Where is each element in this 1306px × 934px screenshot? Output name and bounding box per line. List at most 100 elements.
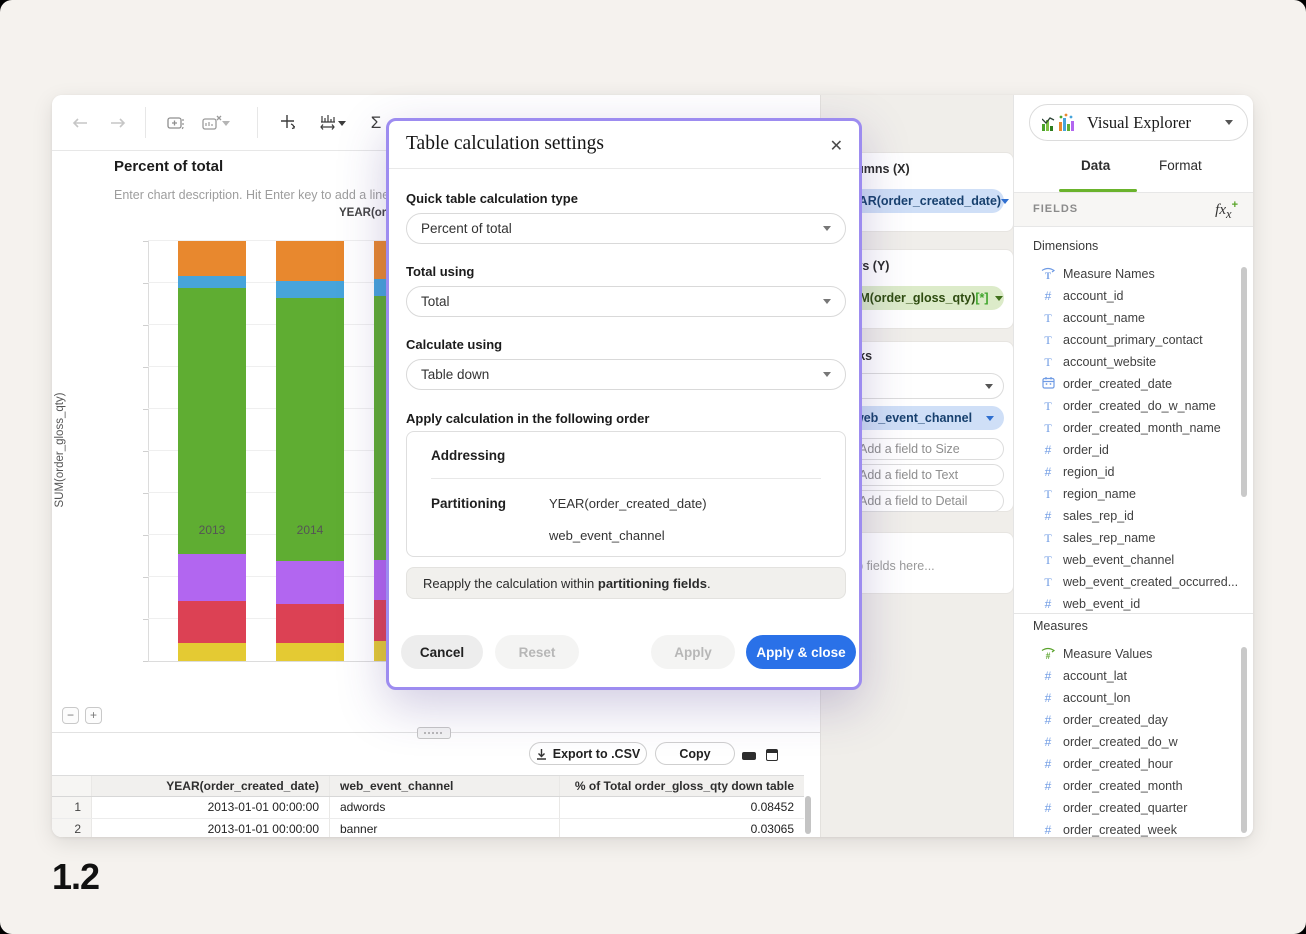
field-item-web-event-created-occurred-[interactable]: Tweb_event_created_occurred... bbox=[1014, 571, 1248, 593]
tab-data[interactable]: Data bbox=[1081, 158, 1110, 173]
field-item-order-created-month[interactable]: #order_created_month bbox=[1014, 775, 1248, 797]
field-label: region_name bbox=[1063, 487, 1136, 501]
field-item-region-id[interactable]: #region_id bbox=[1014, 461, 1248, 483]
field-label: order_created_week bbox=[1063, 823, 1177, 837]
axis-scale-button[interactable] bbox=[316, 111, 350, 135]
dimensions-scrollbar[interactable] bbox=[1241, 267, 1247, 497]
field-item-sales-rep-name[interactable]: Tsales_rep_name bbox=[1014, 527, 1248, 549]
segment-yellow[interactable] bbox=[276, 643, 344, 661]
field-label: order_created_do_w_name bbox=[1063, 399, 1216, 413]
resize-drag-handle[interactable] bbox=[417, 727, 451, 739]
number-field-icon: # bbox=[1041, 509, 1055, 523]
apply-and-close-button[interactable]: Apply & close bbox=[746, 635, 856, 669]
total-using-select[interactable]: Total bbox=[406, 286, 846, 317]
total-using-value: Total bbox=[421, 294, 450, 309]
dimensions-label: Dimensions bbox=[1033, 239, 1098, 253]
reset-button[interactable]: Reset bbox=[495, 635, 579, 669]
segment-orange[interactable] bbox=[178, 241, 246, 276]
segment-green[interactable] bbox=[276, 298, 344, 561]
addressing-label: Addressing bbox=[431, 448, 505, 463]
segment-purple[interactable] bbox=[276, 561, 344, 603]
column-header[interactable]: web_event_channel bbox=[330, 776, 560, 796]
field-item-order-created-quarter[interactable]: #order_created_quarter bbox=[1014, 797, 1248, 819]
field-item-measure-values[interactable]: #Measure Values bbox=[1014, 643, 1248, 665]
segment-green[interactable] bbox=[178, 288, 246, 554]
segment-red[interactable] bbox=[178, 601, 246, 643]
field-item-account-lat[interactable]: #account_lat bbox=[1014, 665, 1248, 687]
partitioning-label: Partitioning bbox=[431, 496, 506, 511]
export-csv-button[interactable]: Export to .CSV bbox=[529, 742, 647, 765]
redo-button[interactable] bbox=[106, 111, 130, 135]
segment-red[interactable] bbox=[276, 604, 344, 643]
aggregate-button[interactable]: Σ bbox=[364, 111, 388, 135]
copy-button[interactable]: Copy bbox=[655, 742, 735, 765]
segment-blue[interactable] bbox=[276, 281, 344, 298]
field-item-order-created-week[interactable]: #order_created_week bbox=[1014, 819, 1248, 837]
measures-scrollbar[interactable] bbox=[1241, 647, 1247, 833]
expand-table-button[interactable] bbox=[766, 749, 778, 761]
swap-axes-button[interactable] bbox=[278, 111, 302, 135]
field-item-order-id[interactable]: #order_id bbox=[1014, 439, 1248, 461]
collapse-table-button[interactable] bbox=[742, 752, 756, 760]
chart-description-placeholder[interactable]: Enter chart description. Hit Enter key t… bbox=[114, 188, 389, 202]
partitioning-field[interactable]: web_event_channel bbox=[549, 528, 665, 543]
y-tick-mark bbox=[143, 367, 148, 368]
chart-y-axis-title: SUM(order_gloss_qty) bbox=[54, 365, 66, 535]
add-formula-button[interactable]: fxx+ bbox=[1215, 199, 1238, 222]
field-item-order-created-month-name[interactable]: Torder_created_month_name bbox=[1014, 417, 1248, 439]
apply-button[interactable]: Apply bbox=[651, 635, 735, 669]
field-item-order-created-do-w[interactable]: #order_created_do_w bbox=[1014, 731, 1248, 753]
add-chart-button[interactable] bbox=[165, 111, 189, 135]
reapply-info-banner: Reapply the calculation within partition… bbox=[406, 567, 846, 599]
field-item-account-name[interactable]: Taccount_name bbox=[1014, 307, 1248, 329]
field-label: account_name bbox=[1063, 311, 1145, 325]
field-item-web-event-channel[interactable]: Tweb_event_channel bbox=[1014, 549, 1248, 571]
segment-blue[interactable] bbox=[178, 276, 246, 288]
remove-chart-button[interactable] bbox=[199, 111, 233, 135]
text-field-icon: T bbox=[1041, 311, 1055, 325]
swap-axes-icon bbox=[280, 114, 300, 132]
toolbar-divider bbox=[145, 107, 146, 138]
field-item-measure-names[interactable]: TMeasure Names bbox=[1014, 263, 1248, 285]
number-field-icon: # bbox=[1041, 465, 1055, 479]
column-header[interactable]: YEAR(order_created_date) bbox=[92, 776, 330, 796]
text-field-icon: T bbox=[1041, 575, 1055, 589]
calc-type-select[interactable]: Percent of total bbox=[406, 213, 846, 244]
cancel-button[interactable]: Cancel bbox=[401, 635, 483, 669]
partitioning-field[interactable]: YEAR(order_created_date) bbox=[549, 496, 707, 511]
table-cell: banner bbox=[330, 819, 560, 837]
field-item-account-id[interactable]: #account_id bbox=[1014, 285, 1248, 307]
number-field-icon: # bbox=[1041, 289, 1055, 303]
segment-purple[interactable] bbox=[178, 554, 246, 601]
field-item-sales-rep-id[interactable]: # sales_rep_id bbox=[1014, 505, 1248, 527]
field-item-web-event-id[interactable]: #web_event_id bbox=[1014, 593, 1248, 611]
dialog-title: Table calculation settings bbox=[406, 133, 604, 155]
field-item-order-created-date[interactable]: order_created_date bbox=[1014, 373, 1248, 395]
field-item-account-primary-contact[interactable]: Taccount_primary_contact bbox=[1014, 329, 1248, 351]
color-field-label: web_event_channel bbox=[854, 411, 972, 425]
bar-2014 bbox=[276, 241, 344, 661]
field-item-order-created-hour[interactable]: #order_created_hour bbox=[1014, 753, 1248, 775]
close-icon[interactable]: ✕ bbox=[830, 136, 843, 156]
zoom-out-button[interactable]: − bbox=[62, 707, 79, 724]
segment-yellow[interactable] bbox=[178, 643, 246, 661]
chart-title[interactable]: Percent of total bbox=[114, 158, 223, 175]
column-header[interactable]: % of Total order_gloss_qty down table bbox=[560, 776, 804, 796]
element-type-selector[interactable]: Visual Explorer bbox=[1029, 104, 1248, 141]
field-item-order-created-do-w-name[interactable]: Torder_created_do_w_name bbox=[1014, 395, 1248, 417]
undo-button[interactable] bbox=[68, 111, 92, 135]
calculate-using-select[interactable]: Table down bbox=[406, 359, 846, 390]
table-scrollbar[interactable] bbox=[805, 796, 811, 834]
measures-label: Measures bbox=[1033, 619, 1088, 633]
field-item-account-lon[interactable]: #account_lon bbox=[1014, 687, 1248, 709]
number-field-icon: # bbox=[1041, 443, 1055, 457]
zoom-in-button[interactable]: + bbox=[85, 707, 102, 724]
field-item-account-website[interactable]: Taccount_website bbox=[1014, 351, 1248, 373]
number-field-icon: # bbox=[1041, 801, 1055, 815]
field-item-order-created-day[interactable]: #order_created_day bbox=[1014, 709, 1248, 731]
field-label: web_event_id bbox=[1063, 597, 1140, 611]
segment-orange[interactable] bbox=[276, 241, 344, 281]
field-item-region-name[interactable]: Tregion_name bbox=[1014, 483, 1248, 505]
field-label: sales_rep_id bbox=[1063, 509, 1134, 523]
tab-format[interactable]: Format bbox=[1159, 158, 1202, 173]
